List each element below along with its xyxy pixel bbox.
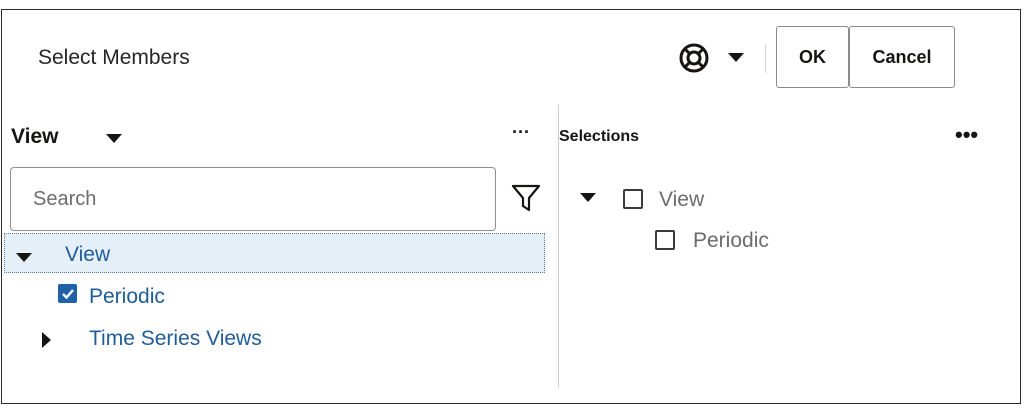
help-menu-caret[interactable] [726, 50, 746, 66]
caret-down-icon [728, 53, 744, 62]
cancel-button[interactable]: Cancel [849, 26, 955, 88]
caret-down-icon [106, 134, 122, 143]
right-more-menu[interactable]: ••• [955, 122, 978, 148]
dimension-label: View [11, 125, 59, 148]
search-input[interactable] [10, 167, 496, 231]
select-members-dialog: Select Members OK Cancel View ··· Search… [1, 9, 1021, 404]
selection-item-periodic-label: Periodic [693, 229, 769, 252]
left-more-menu[interactable]: ··· [512, 122, 530, 143]
lifebuoy-icon [679, 43, 709, 73]
panel-divider [558, 105, 559, 388]
funnel-icon [511, 184, 541, 212]
check-icon [61, 288, 74, 299]
selection-view-checkbox[interactable] [623, 189, 643, 209]
tree-item-view-label[interactable]: View [65, 243, 110, 267]
toolbar-separator [765, 45, 766, 73]
ok-button[interactable]: OK [776, 26, 849, 88]
help-button[interactable] [676, 40, 712, 76]
tree-item-time-series-views-label[interactable]: Time Series Views [89, 327, 262, 351]
dimension-dropdown[interactable] [106, 131, 122, 143]
dialog-title: Select Members [38, 46, 190, 69]
selections-title: Selections [559, 128, 640, 145]
tree-item-periodic-label[interactable]: Periodic [89, 285, 165, 309]
selection-periodic-checkbox[interactable] [655, 230, 675, 250]
selection-item-view-label: View [659, 188, 705, 211]
filter-button[interactable] [510, 182, 542, 214]
caret-right-icon[interactable] [42, 332, 52, 348]
caret-down-icon[interactable] [580, 192, 596, 204]
caret-down-icon[interactable] [16, 253, 32, 263]
periodic-checkbox[interactable] [58, 284, 77, 303]
